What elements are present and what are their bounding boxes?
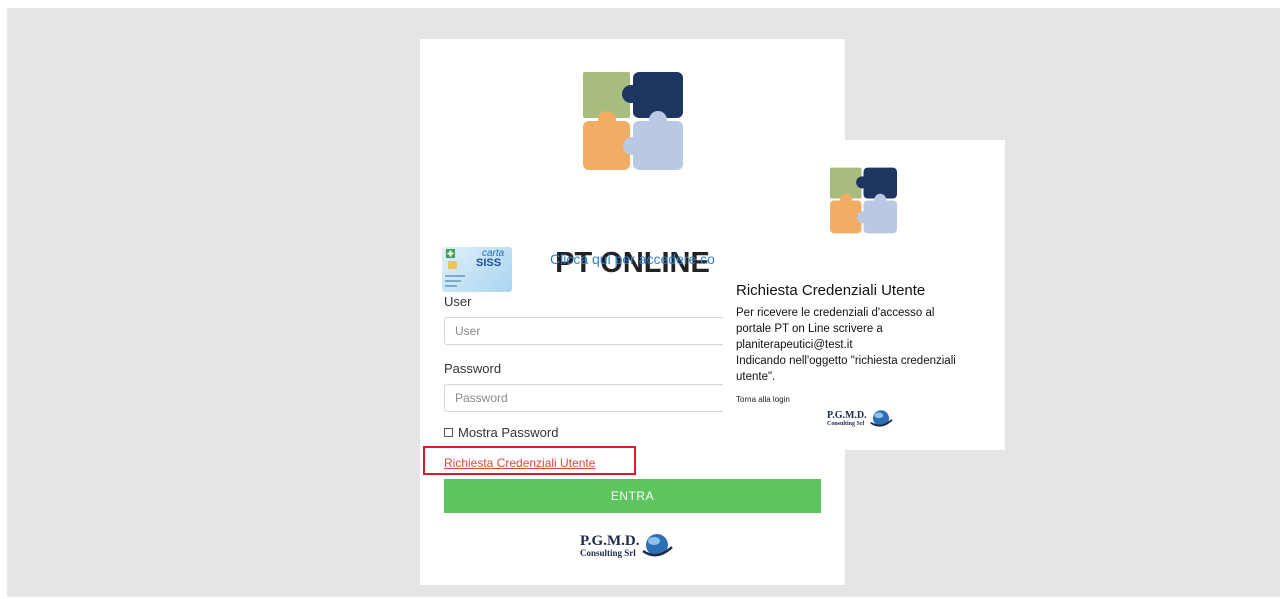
- carta-siss-brand-bottom: SISS: [476, 257, 502, 269]
- carta-siss-icon[interactable]: carta SISS: [442, 247, 512, 292]
- puzzle-logo-icon: [830, 164, 897, 237]
- popup-line: utente".: [736, 371, 776, 383]
- siss-login-link[interactable]: Clicca qui per accedere co: [550, 251, 715, 267]
- show-password-label: Mostra Password: [458, 425, 559, 440]
- company-name: P.G.M.D.: [580, 533, 640, 549]
- popup-title: Richiesta Credenziali Utente: [736, 282, 926, 299]
- back-to-login-link[interactable]: Torna alla login: [736, 395, 790, 404]
- company-tagline: Consulting Srl: [827, 421, 865, 427]
- popup-email: planiterapeutici@test.it: [736, 339, 853, 351]
- request-credentials-link[interactable]: Richiesta Credenziali Utente: [444, 456, 595, 470]
- show-password-checkbox[interactable]: [444, 428, 453, 437]
- popup-line: Per ricevere le credenziali d'accesso al: [736, 307, 935, 319]
- popup-line: portale PT on Line scrivere a: [736, 323, 883, 335]
- credentials-popup: Richiesta Credenziali Utente Per ricever…: [723, 140, 1005, 450]
- entra-button[interactable]: ENTRA: [444, 479, 821, 513]
- password-label: Password: [444, 361, 502, 376]
- popup-line: Indicando nell'oggetto "richiesta creden…: [736, 355, 956, 367]
- puzzle-logo-icon: [583, 72, 683, 170]
- globe-icon: [869, 410, 893, 427]
- company-name: P.G.M.D.: [827, 410, 867, 421]
- show-password-row[interactable]: Mostra Password: [444, 425, 558, 440]
- user-label: User: [444, 294, 472, 309]
- globe-icon: [642, 534, 674, 557]
- company-tagline: Consulting Srl: [580, 548, 636, 558]
- user-input[interactable]: [444, 317, 744, 345]
- company-logo: P.G.M.D. Consulting Srl: [827, 408, 893, 430]
- popup-message: Per ricevere le credenziali d'accesso al…: [736, 305, 998, 385]
- password-input[interactable]: [444, 384, 744, 412]
- company-logo: P.G.M.D. Consulting Srl: [580, 531, 674, 561]
